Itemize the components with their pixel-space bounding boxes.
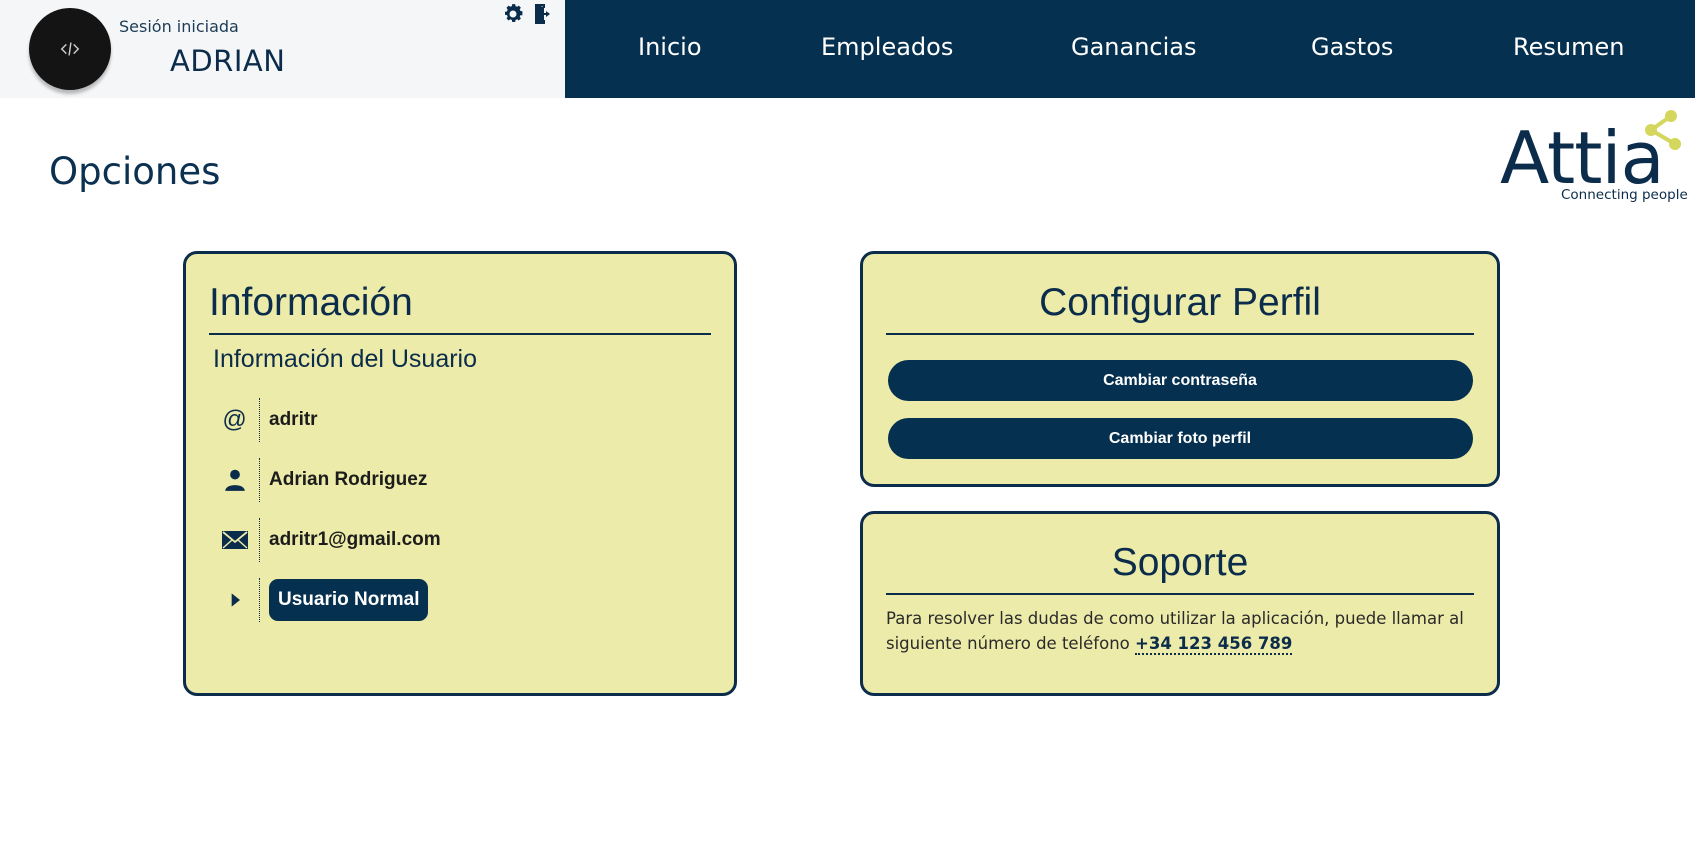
info-card: Información Información del Usuario @ ad… xyxy=(183,251,737,696)
support-card-title: Soporte xyxy=(886,514,1474,595)
caret-right-icon xyxy=(210,578,260,622)
info-fullname: Adrian Rodriguez xyxy=(269,469,428,490)
nav-item-inicio[interactable]: Inicio xyxy=(638,33,702,61)
nav-item-resumen[interactable]: Resumen xyxy=(1513,33,1624,61)
support-card: Soporte Para resolver las dudas de como … xyxy=(860,511,1500,696)
main-nav: Inicio Empleados Ganancias Gastos Resume… xyxy=(565,0,1695,98)
nav-item-gastos[interactable]: Gastos xyxy=(1311,33,1393,61)
info-row-email: adritr1@gmail.com xyxy=(186,510,734,570)
logout-icon[interactable] xyxy=(531,2,555,26)
person-icon xyxy=(210,458,260,502)
info-row-fullname: Adrian Rodriguez xyxy=(186,450,734,510)
info-row-username: @ adritr xyxy=(186,390,734,450)
avatar[interactable] xyxy=(29,8,111,90)
header-actions xyxy=(501,2,555,26)
user-info-list: @ adritr Adrian Rodriguez adritr1@gmail.… xyxy=(186,390,734,630)
info-username: adritr xyxy=(269,409,318,430)
nav-item-empleados[interactable]: Empleados xyxy=(821,33,953,61)
session-username: ADRIAN xyxy=(170,44,286,78)
support-phone-link[interactable]: +34 123 456 789 xyxy=(1135,634,1293,655)
info-email: adritr1@gmail.com xyxy=(269,529,441,550)
role-badge: Usuario Normal xyxy=(269,579,429,621)
info-card-title: Información xyxy=(209,254,711,335)
session-label: Sesión iniciada xyxy=(119,17,239,36)
info-card-subtitle: Información del Usuario xyxy=(213,345,478,373)
change-photo-button[interactable]: Cambiar foto perfil xyxy=(887,418,1473,459)
attia-logo: Attia Connecting people xyxy=(1495,108,1688,208)
nav-item-ganancias[interactable]: Ganancias xyxy=(1071,33,1197,61)
support-text: Para resolver las dudas de como utilizar… xyxy=(886,606,1474,656)
page-title: Opciones xyxy=(49,150,221,193)
code-icon xyxy=(60,42,80,56)
at-sign-icon: @ xyxy=(210,398,260,442)
share-network-icon xyxy=(1645,110,1681,150)
change-password-button[interactable]: Cambiar contraseña xyxy=(887,360,1473,401)
settings-icon[interactable] xyxy=(501,2,525,26)
logo-tagline: Connecting people xyxy=(1561,187,1688,203)
profile-card-title: Configurar Perfil xyxy=(886,254,1474,335)
profile-card: Configurar Perfil Cambiar contraseña Cam… xyxy=(860,251,1500,487)
session-panel: Sesión iniciada ADRIAN xyxy=(0,0,565,98)
envelope-icon xyxy=(210,518,260,562)
info-row-role: Usuario Normal xyxy=(186,570,734,630)
